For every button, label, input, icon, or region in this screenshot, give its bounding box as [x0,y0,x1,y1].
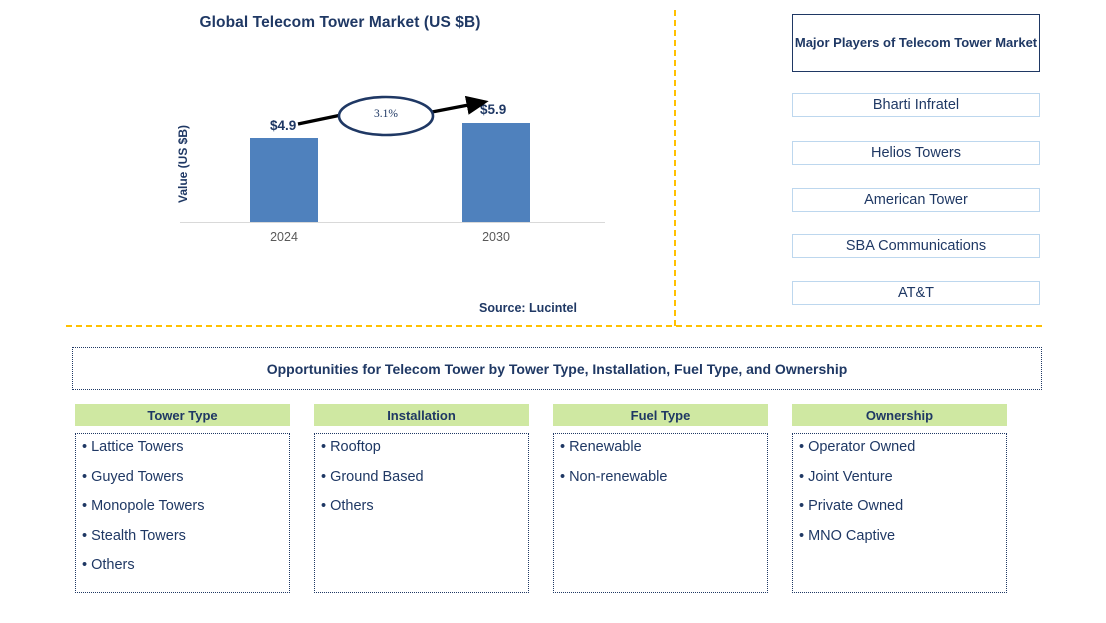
list-item: • Guyed Towers [82,468,285,485]
player-label: AT&T [898,285,934,301]
category-column-tower-type: Tower Type • Lattice Towers • Guyed Towers… [75,404,290,593]
players-panel-title: Major Players of Telecom Tower Market [792,14,1040,72]
x-tick-2030: 2030 [482,230,510,244]
bullet-icon: • [82,498,88,514]
list-item: • Non-renewable [560,468,763,485]
horizontal-divider [66,325,1042,327]
player-label: Helios Towers [871,145,961,161]
list-item: • Others [82,558,285,573]
x-tick-2024: 2024 [270,230,298,244]
list-item: • Operator Owned [799,440,1002,455]
bullet-icon: • [799,498,805,514]
player-label: Bharti Infratel [872,97,960,113]
category-list: • Renewable • Non-renewable [553,433,768,593]
bullet-icon: • [560,439,566,455]
bullet-icon: • [82,557,88,573]
player-item-0[interactable]: Bharti Infratel [792,93,1040,117]
bullet-icon: • [799,468,805,485]
category-header: Installation [314,404,529,426]
list-item-label: MNO Captive [808,527,896,544]
list-item: • Others [321,499,524,514]
list-item-label: Joint Venture [808,468,893,485]
chart-title: Global Telecom Tower Market (US $B) [199,14,481,31]
list-item-label: Ground Based [330,468,424,485]
list-item-label: Stealth Towers [91,527,186,544]
bullet-icon: • [321,439,327,455]
category-column-fuel-type: Fuel Type • Renewable • Non-renewable [553,404,768,593]
player-label: SBA Communications [845,238,987,254]
list-item: • Stealth Towers [82,527,285,544]
list-item: • Lattice Towers [82,440,285,455]
list-item-label: Non-renewable [569,468,668,485]
category-header: Fuel Type [553,404,768,426]
category-column-installation: Installation • Rooftop • Ground Based • Oth… [314,404,529,593]
source-note: Source: Lucintel [479,301,577,315]
bullet-icon: • [82,439,88,455]
infographic-canvas: Global Telecom Tower Market (US $B) Valu… [0,0,1106,623]
market-chart-panel: Global Telecom Tower Market (US $B) Valu… [0,0,674,325]
list-item: • Rooftop [321,440,524,455]
opportunities-banner: Opportunities for Telecom Tower by Tower… [72,347,1042,390]
list-item: • Private Owned [799,499,1002,514]
list-item-label: Lattice Towers [91,439,184,455]
bullet-icon: • [82,527,88,544]
bullet-icon: • [321,498,327,514]
category-column-ownership: Ownership • Operator Owned • Joint Venture… [792,404,1007,593]
cagr-value-label: 3.1% [374,108,398,120]
x-axis-line [180,222,605,223]
player-item-1[interactable]: Helios Towers [792,141,1040,165]
list-item: • Renewable [560,440,763,455]
list-item-label: Operator Owned [808,439,916,455]
major-players-panel: Major Players of Telecom Tower Market Bh… [674,0,1106,325]
category-list: • Operator Owned • Joint Venture • Private … [792,433,1007,593]
player-label: American Tower [864,192,968,208]
list-item: • MNO Captive [799,527,1002,544]
list-item-label: Rooftop [330,439,381,455]
category-list: • Rooftop • Ground Based • Others [314,433,529,593]
list-item-label: Others [330,498,374,514]
list-item-label: Guyed Towers [91,468,184,485]
bullet-icon: • [321,468,327,485]
player-item-2[interactable]: American Tower [792,188,1040,212]
list-item-label: Monopole Towers [91,498,205,514]
bullet-icon: • [799,527,805,544]
category-header: Tower Type [75,404,290,426]
player-item-3[interactable]: SBA Communications [792,234,1040,258]
category-header: Ownership [792,404,1007,426]
list-item-label: Renewable [569,439,642,455]
list-item-label: Others [91,557,135,573]
category-list: • Lattice Towers • Guyed Towers • Monopole … [75,433,290,593]
bullet-icon: • [560,468,566,485]
bullet-icon: • [799,439,805,455]
list-item-label: Private Owned [808,498,904,514]
list-item: • Joint Venture [799,468,1002,485]
bullet-icon: • [82,468,88,485]
list-item: • Monopole Towers [82,499,285,514]
player-item-4[interactable]: AT&T [792,281,1040,305]
list-item: • Ground Based [321,468,524,485]
y-axis-label: Value (US $B) [176,124,190,204]
bar-2024 [250,138,318,222]
